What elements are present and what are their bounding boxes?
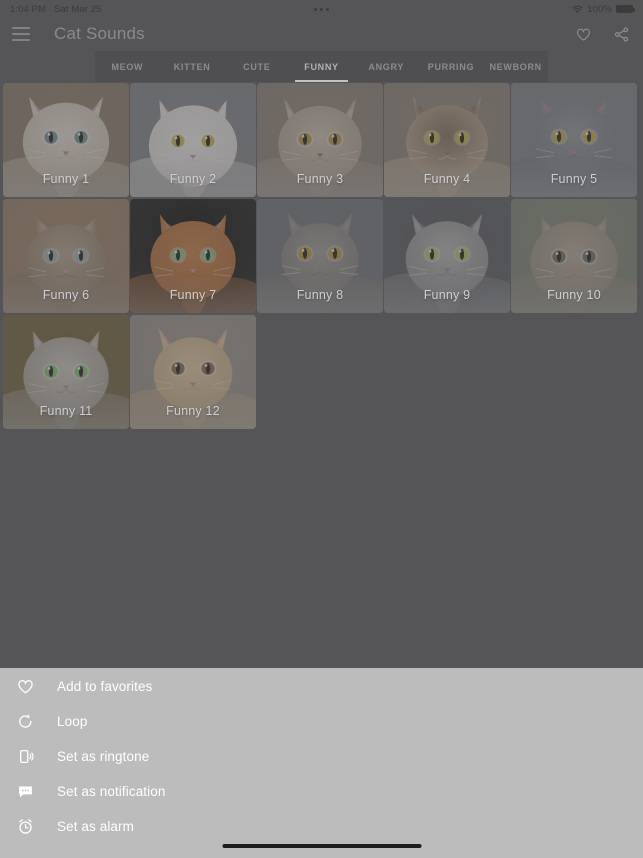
tile-label: Funny 7 [169, 288, 217, 302]
tab-label: MEOW [111, 61, 144, 72]
tab-label: NEWBORN [489, 61, 542, 72]
status-bar-left: 1:04 PM Sat Mar 25 [10, 4, 102, 15]
sound-tile[interactable]: Funny 11 [3, 315, 129, 429]
sound-tile[interactable]: Funny 12 [130, 315, 256, 429]
tile-label: Funny 8 [296, 288, 344, 302]
battery-percent: 100% [587, 3, 612, 15]
app-bar: Cat Sounds [0, 18, 643, 50]
tile-label-band: Funny 12 [130, 393, 256, 429]
menu-item-set-as-ringtone[interactable]: Set as ringtone [0, 739, 643, 774]
menu-item-label: Add to favorites [57, 679, 153, 694]
tile-label-band: Funny 6 [3, 277, 129, 313]
tile-label-band: Funny 10 [511, 277, 637, 313]
tile-label-band: Funny 7 [130, 277, 256, 313]
sound-tile[interactable]: Funny 6 [3, 199, 129, 313]
sound-tile[interactable]: Funny 1 [3, 83, 129, 197]
tab-label: PURRING [427, 61, 475, 72]
menu-item-set-as-notification[interactable]: Set as notification [0, 774, 643, 809]
menu-item-label: Set as notification [57, 784, 166, 799]
tile-label: Funny 2 [169, 172, 217, 186]
tab-meow[interactable]: MEOW [95, 51, 160, 82]
tab-kitten[interactable]: KITTEN [160, 51, 225, 82]
bottom-sheet-menu: Add to favorites Loop Set as ringtone Set a… [0, 668, 643, 858]
battery-full-icon [616, 5, 635, 13]
heart-outline-icon[interactable] [573, 24, 593, 44]
tile-label-band: Funny 3 [257, 161, 383, 197]
category-tab-bar: MEOW KITTEN CUTE FUNNY ANGRY PURRING NEWBORN [95, 51, 548, 82]
tab-label: FUNNY [304, 61, 339, 72]
tab-purring[interactable]: PURRING [419, 51, 484, 82]
tab-label: ANGRY [368, 61, 405, 72]
menu-item-loop[interactable]: Loop [0, 704, 643, 739]
tab-angry[interactable]: ANGRY [354, 51, 419, 82]
phone-vibrate-icon [14, 746, 36, 768]
tile-label: Funny 9 [423, 288, 471, 302]
tab-label: KITTEN [173, 61, 211, 72]
sound-tile[interactable]: Funny 9 [384, 199, 510, 313]
menu-item-label: Loop [57, 714, 88, 729]
tile-label-band: Funny 5 [511, 161, 637, 197]
sound-tile[interactable]: Funny 8 [257, 199, 383, 313]
tile-label: Funny 12 [166, 404, 220, 418]
tab-cute[interactable]: CUTE [224, 51, 289, 82]
page-title: Cat Sounds [54, 24, 145, 43]
wifi-icon [572, 5, 583, 14]
three-dots-indicator [314, 7, 329, 11]
tile-label-band: Funny 2 [130, 161, 256, 197]
tile-label-band: Funny 8 [257, 277, 383, 313]
heart-outline-icon [14, 676, 36, 698]
loop-icon [14, 711, 36, 733]
hamburger-menu-icon[interactable] [12, 27, 30, 41]
menu-item-label: Set as ringtone [57, 749, 150, 764]
tile-label-band: Funny 11 [3, 393, 129, 429]
share-icon[interactable] [611, 24, 631, 44]
tile-label-band: Funny 9 [384, 277, 510, 313]
tile-label: Funny 11 [39, 404, 93, 418]
tile-label-band: Funny 1 [3, 161, 129, 197]
menu-item-label: Set as alarm [57, 819, 134, 834]
alarm-clock-icon [14, 816, 36, 838]
home-indicator-bar [222, 844, 421, 848]
tile-label: Funny 4 [423, 172, 471, 186]
status-time: 1:04 PM [10, 3, 47, 15]
tab-funny[interactable]: FUNNY [289, 51, 354, 82]
app-bar-actions [573, 24, 631, 44]
tab-newborn[interactable]: NEWBORN [483, 51, 548, 82]
sound-grid: Funny 1 Funny 2 Funny 3 Funny 4 Funny 5 … [3, 83, 640, 429]
sound-tile[interactable]: Funny 7 [130, 199, 256, 313]
tile-label: Funny 3 [296, 172, 344, 186]
tile-label: Funny 6 [42, 288, 90, 302]
status-bar-right: 100% [572, 3, 635, 15]
status-bar: 1:04 PM Sat Mar 25 100% [0, 0, 643, 18]
status-date: Sat Mar 25 [54, 3, 102, 15]
app-root: 1:04 PM Sat Mar 25 100% Cat Sounds MEOW … [0, 0, 643, 858]
sound-tile[interactable]: Funny 3 [257, 83, 383, 197]
menu-item-add-to-favorites[interactable]: Add to favorites [0, 669, 643, 704]
menu-item-set-as-alarm[interactable]: Set as alarm [0, 809, 643, 844]
sound-tile[interactable]: Funny 4 [384, 83, 510, 197]
tile-label-band: Funny 4 [384, 161, 510, 197]
chat-bubble-icon [14, 781, 36, 803]
tile-label: Funny 5 [550, 172, 598, 186]
tile-label: Funny 1 [42, 172, 90, 186]
sound-tile[interactable]: Funny 10 [511, 199, 637, 313]
tile-label: Funny 10 [547, 288, 601, 302]
tab-label: CUTE [243, 61, 271, 72]
sound-tile[interactable]: Funny 5 [511, 83, 637, 197]
sound-tile[interactable]: Funny 2 [130, 83, 256, 197]
